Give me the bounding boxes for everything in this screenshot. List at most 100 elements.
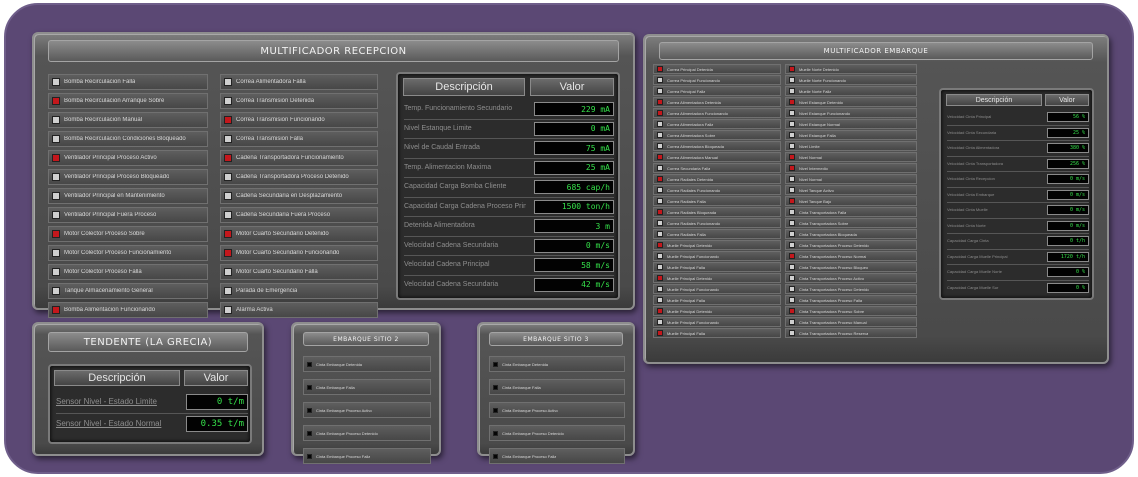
signal-item[interactable]: Cinta Transportadora Proceso Detenido [785, 240, 917, 250]
signal-item[interactable]: Ventilador Principal Proceso Bloqueado [48, 169, 208, 185]
status-led-icon [789, 187, 795, 193]
signal-item[interactable]: Correa Radiales Bloqueada [653, 207, 781, 217]
signal-item[interactable]: Nivel Normal [785, 174, 917, 184]
signal-item[interactable]: Correa Radiales Funcionando [653, 218, 781, 228]
signal-item[interactable]: Cinta Transportadora Sobre [785, 218, 917, 228]
signal-item[interactable]: Ventilador Principal en Mantenimiento [48, 188, 208, 204]
signal-item[interactable]: Nivel Tanque Bajo [785, 196, 917, 206]
signal-item[interactable]: Ventilador Principal Fuera Proceso [48, 207, 208, 223]
signal-item[interactable]: Correa Radiales Funcionando [653, 185, 781, 195]
status-led-icon [307, 430, 312, 436]
signal-item[interactable]: Cadena Secundaria Fuera Proceso [220, 207, 378, 223]
signal-item[interactable]: Correa Radiales Falla [653, 196, 781, 206]
signal-label: Cinta Embarque Proceso Activo [316, 407, 373, 413]
status-led-active-icon [224, 230, 232, 238]
signal-item[interactable]: Nivel Estanque Detenido [785, 97, 917, 107]
signal-item[interactable]: Correa Alimentadora Sobre [653, 130, 781, 140]
signal-item[interactable]: Bomba Recirculacion Condiciones Bloquead… [48, 131, 208, 147]
status-led-icon [789, 77, 795, 83]
signal-item[interactable]: Cinta Transportadora Proceso Falla [785, 295, 917, 305]
signal-item[interactable]: Cinta Embarque Falla [489, 379, 625, 395]
signal-item[interactable]: Tanque Almacenamiento General [48, 283, 208, 299]
signal-label: Cinta Transportadora Sobre [799, 220, 849, 226]
signal-item[interactable]: Correa Radiales Detenida [653, 174, 781, 184]
signal-item[interactable]: Correa Transmision Funcionando [220, 112, 378, 128]
status-led-active-icon [789, 165, 795, 171]
signal-item[interactable]: Cinta Embarque Detenida [489, 356, 625, 372]
signal-item[interactable]: Alarma Activa [220, 302, 378, 318]
signal-item[interactable]: Muelle Principal Funcionando [653, 317, 781, 327]
signal-item[interactable]: Cinta Embarque Falla [303, 379, 431, 395]
signal-item[interactable]: Correa Alimentadora Bloqueada [653, 141, 781, 151]
signal-item[interactable]: Bomba Recirculacion Manual [48, 112, 208, 128]
signal-item[interactable]: Muelle Norte Detenido [785, 64, 917, 74]
signal-item[interactable]: Motor Colector Proceso Falla [48, 264, 208, 280]
signal-item[interactable]: Nivel Estanque Funcionando [785, 108, 917, 118]
signal-item[interactable]: Cinta Embarque Detenida [303, 356, 431, 372]
signal-label: Ventilador Principal en Mantenimiento [64, 193, 165, 199]
signal-item[interactable]: Nivel Estanque Falla [785, 130, 917, 140]
signal-item[interactable]: Bomba Recirculacion Arranque Sobre [48, 93, 208, 109]
signal-item[interactable]: Nivel Limite [785, 141, 917, 151]
signal-item[interactable]: Muelle Principal Falla [653, 328, 781, 338]
signal-item[interactable]: Cinta Transportadora Proceso Normal [785, 251, 917, 261]
signal-item[interactable]: Motor Cuarto Secundario Detenido [220, 226, 378, 242]
signal-item[interactable]: Cinta Transportadora Proceso Reserva [785, 328, 917, 338]
signal-item[interactable]: Cinta Embarque Proceso Activo [489, 402, 625, 418]
signal-item[interactable]: Motor Colector Proceso Sobre [48, 226, 208, 242]
signal-item[interactable]: Motor Colector Proceso Funcionamiento [48, 245, 208, 261]
signal-item[interactable]: Correa Radiales Falla [653, 229, 781, 239]
signal-item[interactable]: Correa Alimentadora Manual [653, 152, 781, 162]
signal-item[interactable]: Cadena Transportadora Proceso Detenido [220, 169, 378, 185]
signal-item[interactable]: Correa Alimentadora Funcionando [653, 108, 781, 118]
signal-item[interactable]: Correa Alimentadora Detenida [653, 97, 781, 107]
signal-item[interactable]: Muelle Principal Detenido [653, 273, 781, 283]
signal-item[interactable]: Cinta Embarque Proceso Falla [303, 448, 431, 464]
signal-item[interactable]: Cinta Transportadora Bloqueada [785, 229, 917, 239]
signal-item[interactable]: Correa Alimentadora Falla [220, 74, 378, 90]
signal-item[interactable]: Nivel Normal [785, 152, 917, 162]
signal-item[interactable]: Cinta Transportadora Falla [785, 207, 917, 217]
signal-item[interactable]: Muelle Principal Falla [653, 295, 781, 305]
signal-item[interactable]: Muelle Principal Funcionando [653, 251, 781, 261]
signal-item[interactable]: Correa Transmision Falla [220, 131, 378, 147]
signal-item[interactable]: Muelle Principal Detenido [653, 240, 781, 250]
status-led-icon [52, 78, 60, 86]
signal-item[interactable]: Nivel Intermedio [785, 163, 917, 173]
signal-item[interactable]: Correa Principal Detenida [653, 64, 781, 74]
signal-item[interactable]: Correa Secundaria Falla [653, 163, 781, 173]
signal-item[interactable]: Bomba Recirculacion Falla [48, 74, 208, 90]
signal-item[interactable]: Muelle Principal Falla [653, 262, 781, 272]
signal-item[interactable]: Cinta Embarque Proceso Activo [303, 402, 431, 418]
signal-item[interactable]: Cadena Transportadora Funcionamiento [220, 150, 378, 166]
status-led-icon [789, 88, 795, 94]
signal-item[interactable]: Muelle Norte Falla [785, 86, 917, 96]
signal-label: Cadena Transportadora Proceso Detenido [236, 174, 349, 180]
signal-label: Cinta Embarque Proceso Activo [502, 407, 559, 413]
signal-item[interactable]: Cinta Transportadora Proceso Manual [785, 317, 917, 327]
signal-item[interactable]: Cadena Secundaria en Desplazamiento [220, 188, 378, 204]
signal-item[interactable]: Parada de Emergencia [220, 283, 378, 299]
signal-item[interactable]: Muelle Principal Funcionando [653, 284, 781, 294]
signal-item[interactable]: Nivel Tanque Activo [785, 185, 917, 195]
signal-item[interactable]: Correa Transmision Detenida [220, 93, 378, 109]
signal-item[interactable]: Cinta Embarque Proceso Detenido [489, 425, 625, 441]
signal-item[interactable]: Motor Cuarto Secundario Falla [220, 264, 378, 280]
signal-item[interactable]: Cinta Transportadora Proceso Detenido [785, 284, 917, 294]
signal-item[interactable]: Ventilador Principal Proceso Activo [48, 150, 208, 166]
table-row-divider [404, 235, 614, 237]
signal-item[interactable]: Correa Principal Funcionando [653, 75, 781, 85]
signal-item[interactable]: Muelle Principal Detenido [653, 306, 781, 316]
signal-item[interactable]: Bomba Alimentacion Funcionando [48, 302, 208, 318]
signal-item[interactable]: Correa Alimentadora Falla [653, 119, 781, 129]
signal-item[interactable]: Cinta Transportadora Proceso Sobre [785, 306, 917, 316]
signal-item[interactable]: Motor Cuarto Secundario Funcionando [220, 245, 378, 261]
signal-item[interactable]: Nivel Estanque Normal [785, 119, 917, 129]
signal-item[interactable]: Correa Principal Falla [653, 86, 781, 96]
signal-item[interactable]: Cinta Embarque Proceso Falla [489, 448, 625, 464]
signal-item[interactable]: Cinta Transportadora Proceso Bloqueo [785, 262, 917, 272]
signal-item[interactable]: Cinta Embarque Proceso Detenido [303, 425, 431, 441]
signal-item[interactable]: Cinta Transportadora Proceso Activo [785, 273, 917, 283]
table-row-value-display: 58 m/s [534, 258, 614, 272]
signal-item[interactable]: Muelle Norte Funcionando [785, 75, 917, 85]
